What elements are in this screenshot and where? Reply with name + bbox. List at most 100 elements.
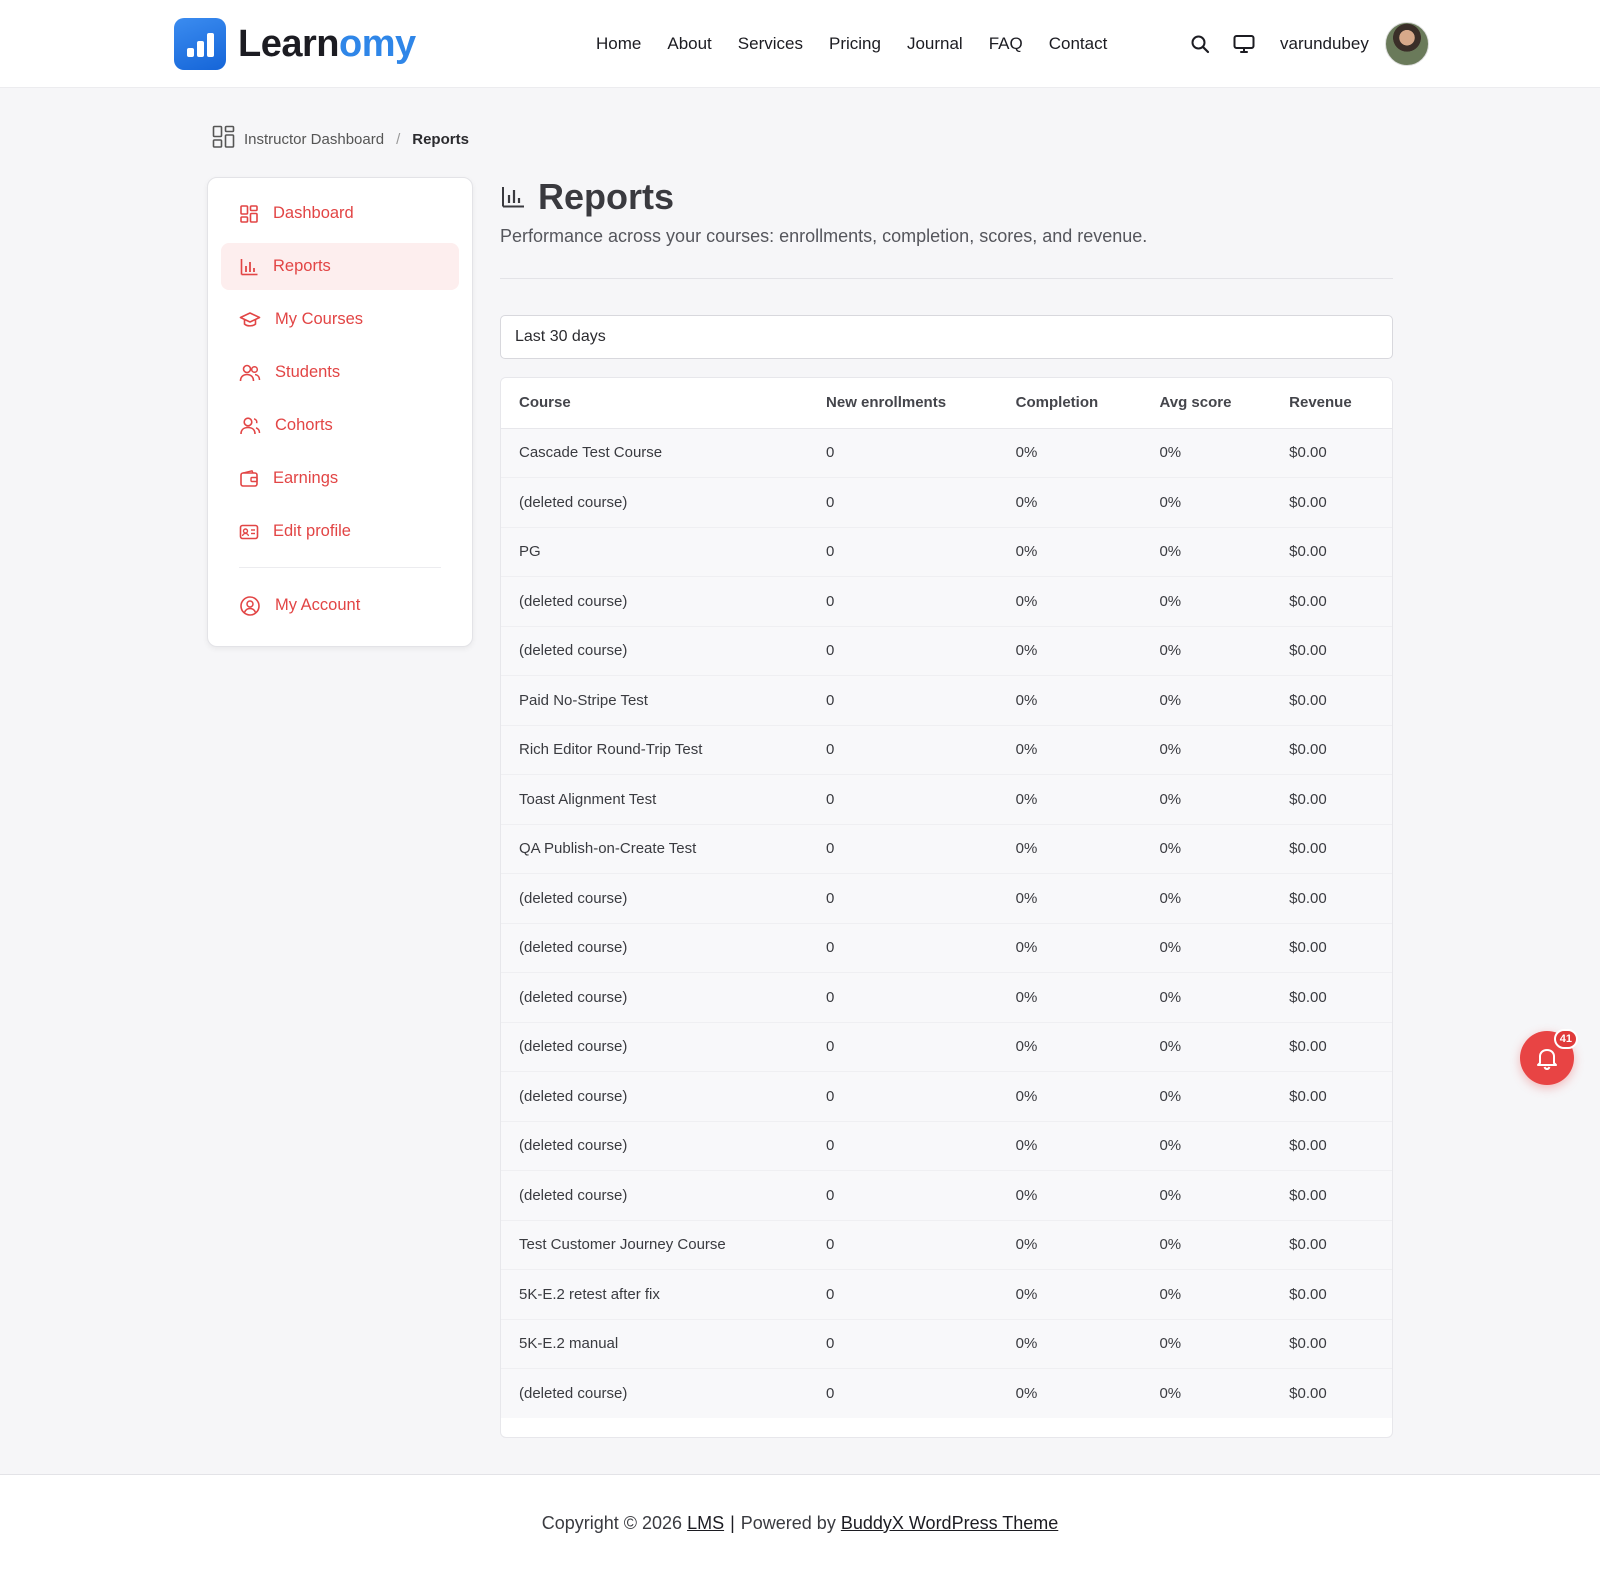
cell-course[interactable]: (deleted course) — [501, 1368, 809, 1418]
cell-course[interactable]: Paid No-Stripe Test — [501, 675, 809, 726]
table-row: 5K-E.2 retest after fix 0 0% 0% $0.00 — [501, 1269, 1392, 1320]
cell-course[interactable]: (deleted course) — [501, 1022, 809, 1072]
sidebar-item-label: Students — [275, 363, 341, 381]
nav-about[interactable]: About — [667, 34, 711, 54]
cell-course[interactable]: (deleted course) — [501, 1121, 809, 1171]
sidebar-item-label: Cohorts — [275, 416, 333, 434]
cell-course[interactable]: (deleted course) — [501, 477, 809, 528]
cell-course[interactable]: Test Customer Journey Course — [501, 1220, 809, 1270]
sidebar-item-label: Dashboard — [273, 204, 354, 222]
cell-completion: 0% — [997, 1121, 1142, 1171]
username[interactable]: varundubey — [1280, 34, 1369, 54]
cell-revenue: $0.00 — [1271, 1220, 1392, 1270]
table-row: Paid No-Stripe Test 0 0% 0% $0.00 — [501, 675, 1392, 726]
cell-course[interactable]: (deleted course) — [501, 873, 809, 924]
cell-avg-score: 0% — [1141, 1121, 1272, 1171]
cell-course[interactable]: Toast Alignment Test — [501, 774, 809, 825]
sidebar-item-students[interactable]: Students — [221, 349, 459, 396]
logo-text: Learnomy — [238, 23, 416, 65]
column-header-new-enrollments[interactable]: New enrollments — [808, 378, 998, 429]
column-header-revenue[interactable]: Revenue — [1271, 378, 1392, 429]
users-icon — [239, 364, 261, 381]
table-row: (deleted course) 0 0% 0% $0.00 — [501, 576, 1392, 627]
page-header: Reports — [500, 175, 674, 219]
nav-pricing[interactable]: Pricing — [829, 34, 881, 54]
cell-course[interactable]: (deleted course) — [501, 576, 809, 627]
cell-course[interactable]: QA Publish-on-Create Test — [501, 824, 809, 874]
column-header-completion[interactable]: Completion — [997, 378, 1142, 429]
cell-course[interactable]: (deleted course) — [501, 1071, 809, 1122]
table-row: 5K-E.2 manual 0 0% 0% $0.00 — [501, 1319, 1392, 1369]
cell-course[interactable]: (deleted course) — [501, 626, 809, 676]
cell-avg-score: 0% — [1141, 972, 1272, 1023]
sidebar-item-my-account[interactable]: My Account — [221, 582, 459, 629]
cell-revenue: $0.00 — [1271, 428, 1392, 478]
nav-services[interactable]: Services — [738, 34, 803, 54]
table-row: (deleted course) 0 0% 0% $0.00 — [501, 477, 1392, 528]
monitor-icon[interactable] — [1222, 22, 1266, 66]
date-range-select[interactable]: Last 30 days — [500, 315, 1393, 359]
cell-course[interactable]: PG — [501, 527, 809, 577]
cell-course[interactable]: Cascade Test Course — [501, 428, 809, 478]
cell-new-enrollments: 0 — [808, 1022, 998, 1072]
nav-home[interactable]: Home — [596, 34, 641, 54]
table-row: (deleted course) 0 0% 0% $0.00 — [501, 1368, 1392, 1418]
sidebar-item-label: Edit profile — [273, 522, 351, 540]
cell-avg-score: 0% — [1141, 725, 1272, 775]
id-card-icon — [239, 524, 259, 539]
sidebar-item-dashboard[interactable]: Dashboard — [221, 190, 459, 237]
date-range-value: Last 30 days — [515, 328, 606, 345]
cell-completion: 0% — [997, 675, 1142, 726]
cell-new-enrollments: 0 — [808, 626, 998, 676]
search-icon[interactable] — [1178, 22, 1222, 66]
breadcrumb-instructor-dashboard[interactable]: Instructor Dashboard — [244, 131, 384, 148]
column-header-avg-score[interactable]: Avg score — [1141, 378, 1272, 429]
nav-faq[interactable]: FAQ — [989, 34, 1023, 54]
sidebar-item-label: My Account — [275, 596, 361, 614]
footer-text: Copyright © 2026 LMS | Powered by BuddyX W… — [0, 1513, 1600, 1534]
table-row: (deleted course) 0 0% 0% $0.00 — [501, 1022, 1392, 1072]
cell-course[interactable]: Rich Editor Round-Trip Test — [501, 725, 809, 775]
table-row: Toast Alignment Test 0 0% 0% $0.00 — [501, 774, 1392, 825]
cell-course[interactable]: (deleted course) — [501, 923, 809, 973]
cell-avg-score: 0% — [1141, 626, 1272, 676]
main-nav: Home About Services Pricing Journal FAQ … — [596, 30, 1107, 58]
cell-new-enrollments: 0 — [808, 1071, 998, 1122]
cell-course[interactable]: 5K-E.2 manual — [501, 1319, 809, 1369]
site-logo[interactable]: Learnomy — [174, 18, 416, 70]
table-row: PG 0 0% 0% $0.00 — [501, 527, 1392, 577]
cell-new-enrollments: 0 — [808, 774, 998, 825]
cell-course[interactable]: (deleted course) — [501, 1170, 809, 1221]
page-subtitle: Performance across your courses: enrollm… — [500, 226, 1148, 246]
footer-lms-link[interactable]: LMS — [687, 1513, 724, 1533]
cell-completion: 0% — [997, 527, 1142, 577]
cell-completion: 0% — [997, 1022, 1142, 1072]
sidebar-item-reports[interactable]: Reports — [221, 243, 459, 290]
column-header-course[interactable]: Course — [501, 378, 809, 429]
cell-completion: 0% — [997, 1368, 1142, 1418]
cell-course[interactable]: (deleted course) — [501, 972, 809, 1023]
logo-mark-icon — [174, 18, 226, 70]
sidebar-item-earnings[interactable]: Earnings — [221, 455, 459, 502]
cell-revenue: $0.00 — [1271, 923, 1392, 973]
cell-course[interactable]: 5K-E.2 retest after fix — [501, 1269, 809, 1320]
cell-new-enrollments: 0 — [808, 527, 998, 577]
table-row: (deleted course) 0 0% 0% $0.00 — [501, 873, 1392, 924]
sidebar-item-my-courses[interactable]: My Courses — [221, 296, 459, 343]
cell-revenue: $0.00 — [1271, 1170, 1392, 1221]
cell-completion: 0% — [997, 1071, 1142, 1122]
avatar[interactable] — [1384, 22, 1429, 66]
nav-journal[interactable]: Journal — [907, 34, 963, 54]
notification-bell-button[interactable]: 41 — [1520, 1029, 1578, 1085]
sidebar-item-cohorts[interactable]: Cohorts — [221, 402, 459, 449]
sidebar-item-edit-profile[interactable]: Edit profile — [221, 508, 459, 555]
footer-theme-link[interactable]: BuddyX WordPress Theme — [841, 1513, 1058, 1533]
user-circle-icon — [240, 595, 260, 616]
header-tools: varundubey — [1178, 22, 1429, 66]
cell-completion: 0% — [997, 1170, 1142, 1221]
footer-separator: | — [730, 1513, 735, 1533]
nav-contact[interactable]: Contact — [1049, 34, 1108, 54]
cell-avg-score: 0% — [1141, 1269, 1272, 1320]
cell-new-enrollments: 0 — [808, 1368, 998, 1418]
cell-avg-score: 0% — [1141, 477, 1272, 528]
